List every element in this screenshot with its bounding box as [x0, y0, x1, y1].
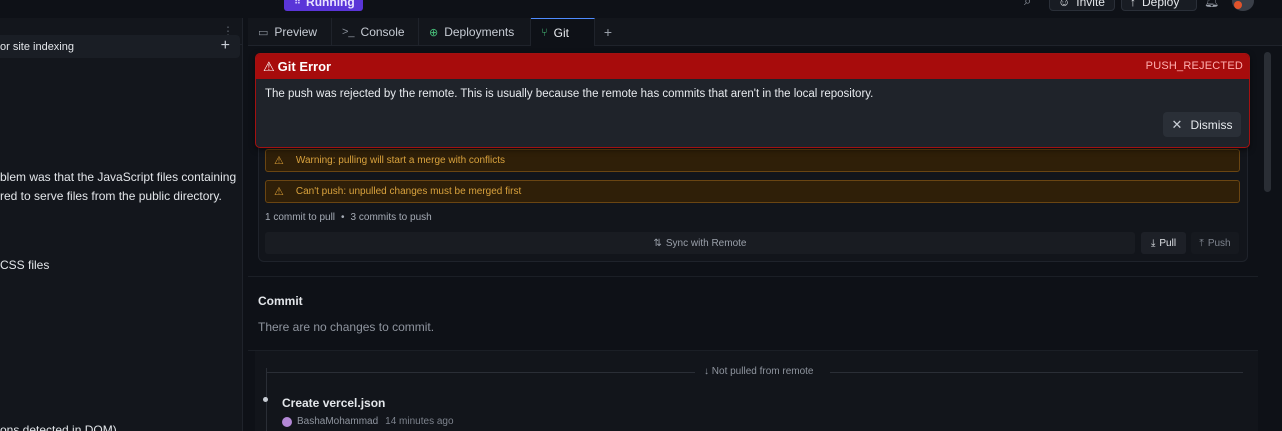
scrollbar-thumb[interactable] — [1264, 52, 1271, 192]
grid-icon: ⠿ — [294, 0, 301, 6]
error-header: ⚠ Git Error PUSH_REJECTED — [256, 54, 1249, 79]
deploy-button-label: Deploy — [1142, 0, 1180, 9]
commit-section-title: Commit — [258, 294, 303, 308]
notification-dot — [1234, 1, 1242, 9]
user-icon: ☺ — [1058, 0, 1071, 9]
error-code: PUSH_REJECTED — [1145, 60, 1243, 72]
chat-text-line: blem was that the JavaScript files conta… — [0, 170, 237, 184]
tab-label: Deployments — [444, 25, 515, 39]
tab-deployments[interactable]: ⊕ Deployments — [419, 18, 531, 46]
sync-with-remote-button[interactable]: ⇅ Sync with Remote — [265, 232, 1135, 254]
chat-text-line: CSS files — [0, 258, 50, 272]
divider — [248, 276, 1258, 277]
sync-button-label: Sync with Remote — [665, 237, 747, 249]
app-window: ⠿ Running ⌕ ☺ Invite ↑ Deploy 🔔︎ ⋮ or si… — [0, 0, 1282, 431]
monitor-icon: ▭ — [258, 26, 269, 39]
tab-label: Git — [553, 25, 569, 40]
globe-icon: ⊕ — [429, 26, 439, 39]
agent-chat-panel: ⋮ — [0, 18, 243, 431]
merge-warning: ⚠ Warning: pulling will start a merge wi… — [265, 149, 1240, 172]
download-icon: ⤓ — [1150, 237, 1156, 249]
tab-bar: ▭ Preview >_ Console ⊕ Deployments ⑂ Git… — [248, 18, 1282, 46]
commit-meta: BashaMohammad 14 minutes ago — [282, 416, 454, 427]
git-branch-icon: ⑂ — [541, 26, 548, 39]
upload-icon: ↑ — [1130, 0, 1136, 9]
sync-icon: ⇅ — [653, 237, 662, 249]
commits-to-pull: 1 commit to pull — [265, 212, 336, 223]
invite-button[interactable]: ☺ Invite — [1049, 0, 1115, 11]
git-error-alert: ⚠ Git Error PUSH_REJECTED The push was r… — [255, 53, 1250, 148]
commits-to-push: 3 commits to push — [350, 212, 432, 223]
warning-icon: ⚠ — [274, 186, 284, 198]
task-title: or site indexing — [0, 40, 74, 53]
push-button-label: Push — [1207, 237, 1231, 249]
commit-message[interactable]: Create vercel.json — [282, 396, 385, 410]
commit-counts: 1 commit to pull • 3 commits to push — [265, 212, 432, 223]
status-badge: ⠿ Running — [284, 0, 363, 11]
task-row[interactable]: or site indexing + — [0, 35, 240, 58]
status-badge-label: Running — [306, 0, 355, 9]
warning-icon: ⚠ — [263, 58, 275, 74]
divider — [830, 372, 1243, 373]
error-message: The push was rejected by the remote. Thi… — [265, 88, 874, 100]
dismiss-button-label: Dismiss — [1190, 117, 1233, 132]
dismiss-button[interactable]: ✕ Dismiss — [1163, 112, 1241, 137]
close-icon: ✕ — [1171, 116, 1183, 132]
author-avatar — [282, 416, 292, 427]
search-icon[interactable]: ⌕ — [1024, 0, 1031, 9]
chat-text-line: red to serve files from the public direc… — [0, 189, 222, 203]
tab-git[interactable]: ⑂ Git — [531, 18, 595, 46]
commit-author: BashaMohammad — [297, 416, 379, 427]
top-bar: ⠿ Running ⌕ ☺ Invite ↑ Deploy 🔔︎ — [0, 0, 1282, 12]
arrow-down-icon: ↓ — [704, 366, 709, 377]
pull-button[interactable]: ⤓ Pull — [1141, 232, 1186, 254]
divider — [267, 372, 695, 373]
commit-empty-message: There are no changes to commit. — [258, 320, 435, 334]
tab-label: Preview — [274, 25, 318, 39]
push-warning: ⚠ Can't push: unpulled changes must be m… — [265, 180, 1240, 203]
separator-dot: • — [341, 212, 345, 223]
bell-icon[interactable]: 🔔︎ — [1204, 0, 1219, 8]
commit-time: 14 minutes ago — [385, 416, 454, 427]
upload-icon: ⤒ — [1199, 237, 1204, 249]
chat-text-line: ons detected in DOM) — [0, 423, 117, 431]
commit-node — [263, 397, 268, 402]
add-tab-button[interactable]: + — [595, 18, 621, 46]
scrollbar[interactable]: ▲ — [1262, 50, 1272, 192]
warning-text: Can't push: unpulled changes must be mer… — [295, 186, 522, 197]
tab-preview[interactable]: ▭ Preview — [248, 18, 332, 46]
invite-button-label: Invite — [1076, 0, 1105, 9]
warning-text: Warning: pulling will start a merge with… — [295, 155, 506, 166]
pull-button-label: Pull — [1159, 237, 1177, 249]
warning-icon: ⚠ — [274, 155, 284, 167]
error-title: Git Error — [277, 59, 332, 74]
deploy-button[interactable]: ↑ Deploy — [1121, 0, 1197, 11]
tab-label: Console — [360, 25, 405, 39]
tab-console[interactable]: >_ Console — [332, 18, 419, 46]
not-pulled-label: ↓ Not pulled from remote — [704, 366, 814, 377]
plus-icon[interactable]: + — [221, 37, 230, 55]
terminal-icon: >_ — [342, 26, 355, 38]
push-button[interactable]: ⤒ Push — [1191, 232, 1239, 254]
